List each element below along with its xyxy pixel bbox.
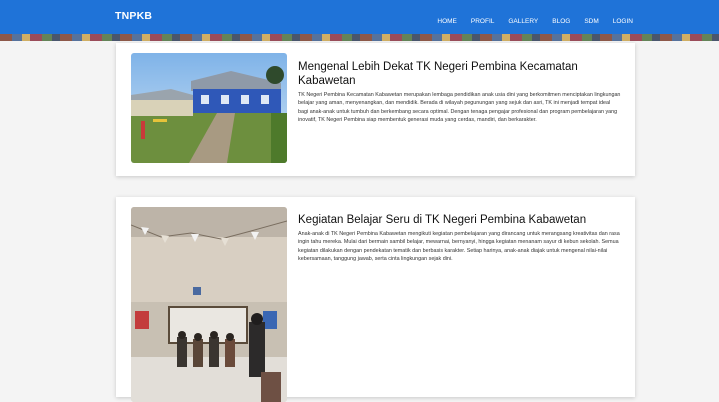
article-title[interactable]: Mengenal Lebih Dekat TK Negeri Pembina K… (298, 60, 621, 88)
brand-logo[interactable]: TNPKB (115, 10, 152, 22)
article-body: TK Negeri Pembina Kecamatan Kabawetan me… (298, 92, 621, 123)
nav-sdm[interactable]: SDM (584, 18, 598, 25)
header-banner-image (0, 34, 719, 41)
article-content: Mengenal Lebih Dekat TK Negeri Pembina K… (298, 60, 621, 124)
main-menu: HOME PROFIL GALLERY BLOG SDM LOGIN (437, 18, 633, 25)
nav-gallery[interactable]: GALLERY (508, 18, 538, 25)
article-card: Kegiatan Belajar Seru di TK Negeri Pembi… (116, 197, 635, 402)
nav-login[interactable]: LOGIN (613, 18, 633, 25)
article-card: Mengenal Lebih Dekat TK Negeri Pembina K… (116, 43, 635, 176)
nav-profil[interactable]: PROFIL (471, 18, 494, 25)
article-title[interactable]: Kegiatan Belajar Seru di TK Negeri Pembi… (298, 213, 621, 227)
navbar: TNPKB HOME PROFIL GALLERY BLOG SDM LOGIN (0, 0, 719, 34)
nav-home[interactable]: HOME (437, 18, 457, 25)
classroom-activity-photo (131, 207, 287, 402)
article-content: Kegiatan Belajar Seru di TK Negeri Pembi… (298, 213, 621, 263)
article-body: Anak-anak di TK Negeri Pembina Kabawetan… (298, 231, 620, 262)
school-building-photo (131, 53, 287, 163)
nav-blog[interactable]: BLOG (552, 18, 570, 25)
